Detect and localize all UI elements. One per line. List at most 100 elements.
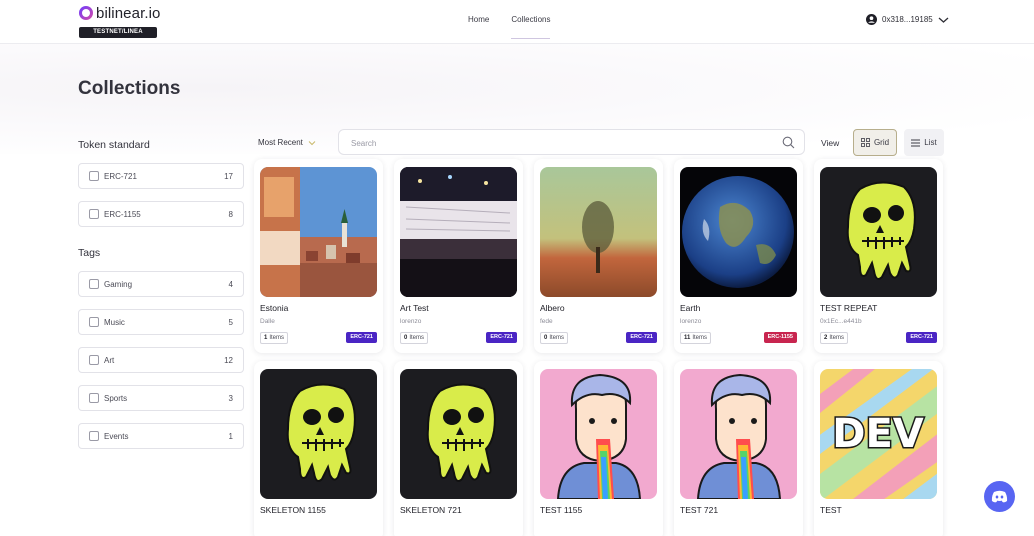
collection-card[interactable]: Earth lorenzo 11 Items ERC-1155 [674, 159, 803, 353]
collection-creator: 0x1Ec...e441b [820, 318, 862, 325]
items-label: Items [549, 335, 565, 341]
network-badge: TESTNET/LINEA [79, 27, 157, 38]
filter-count: 4 [228, 279, 233, 289]
items-count: 11 [684, 335, 691, 341]
items-count: 2 [824, 335, 828, 341]
collection-image [680, 167, 797, 297]
collection-card[interactable]: SKELETON 1155 [254, 361, 383, 536]
collection-name: Earth [680, 303, 701, 313]
collection-card[interactable]: TEST 721 [674, 361, 803, 536]
filter-count: 3 [228, 393, 233, 403]
discord-icon [991, 490, 1008, 503]
items-count: 1 [264, 335, 268, 341]
filter-label: Events [104, 431, 129, 441]
filter-tag-events[interactable]: Events 1 [78, 423, 244, 449]
collection-image [540, 167, 657, 297]
collection-image: DEV [820, 369, 937, 499]
items-count: 0 [404, 335, 408, 341]
filter-label: ERC-721 [104, 171, 137, 181]
collection-image [680, 369, 797, 499]
checkbox[interactable] [89, 279, 99, 289]
search-input[interactable] [351, 136, 771, 150]
collection-image [260, 167, 377, 297]
grid-icon [861, 138, 870, 147]
token-standard-badge: ERC-721 [626, 332, 657, 343]
sort-label: Most Recent [258, 138, 303, 147]
filter-label: Art [104, 355, 115, 365]
collection-card[interactable]: Estonia Dalle 1 Items ERC-721 [254, 159, 383, 353]
discord-button[interactable] [984, 481, 1015, 512]
grid-view-label: Grid [873, 138, 890, 147]
checkbox[interactable] [89, 355, 99, 365]
items-count-badge: 0 Items [540, 332, 569, 344]
nav-collections-link[interactable]: Collections [511, 15, 551, 39]
top-header: bilinear.io TESTNET/LINEA Home Collectio… [0, 0, 1034, 44]
items-label: Items [692, 335, 708, 341]
token-standard-badge: ERC-721 [906, 332, 937, 343]
filter-count: 8 [228, 209, 233, 219]
collection-creator: lorenzo [680, 318, 702, 325]
collection-image [820, 167, 937, 297]
collection-card[interactable]: Art Test lorenzo 0 Items ERC-721 [394, 159, 523, 353]
wallet-menu[interactable]: 0x318...19185 [866, 14, 949, 25]
items-label: Items [409, 335, 425, 341]
filter-erc-1155[interactable]: ERC-1155 8 [78, 201, 244, 227]
chevron-down-icon [308, 140, 316, 145]
collection-name: TEST REPEAT [820, 303, 878, 313]
filter-tag-art[interactable]: Art 12 [78, 347, 244, 373]
page-title: Collections [78, 78, 181, 99]
filter-tag-music[interactable]: Music 5 [78, 309, 244, 335]
view-label: View [821, 138, 840, 148]
collection-name: Estonia [260, 303, 289, 313]
token-standard-badge: ERC-1155 [763, 332, 797, 343]
user-icon [866, 14, 877, 25]
filter-label: Music [104, 317, 125, 327]
collection-creator: fede [540, 318, 553, 325]
chevron-down-icon [938, 17, 949, 23]
collection-image [400, 369, 517, 499]
collection-card[interactable]: TEST 1155 [534, 361, 663, 536]
collection-name: TEST 721 [680, 505, 719, 515]
logo-icon [79, 6, 93, 20]
collection-name: Albero [540, 303, 565, 313]
checkbox[interactable] [89, 171, 99, 181]
items-label: Items [269, 335, 285, 341]
collection-card[interactable]: SKELETON 721 [394, 361, 523, 536]
token-standard-badge: ERC-721 [486, 332, 517, 343]
logo[interactable]: bilinear.io [79, 5, 160, 22]
filter-label: ERC-1155 [104, 209, 141, 219]
filter-tag-sports[interactable]: Sports 3 [78, 385, 244, 411]
collection-image [260, 369, 377, 499]
filter-count: 5 [228, 317, 233, 327]
collection-card[interactable]: Albero fede 0 Items ERC-721 [534, 159, 663, 353]
collection-name: TEST [820, 505, 842, 515]
items-count-badge: 0 Items [400, 332, 429, 344]
search-icon[interactable] [782, 136, 795, 149]
nav-home-link[interactable]: Home [468, 15, 489, 24]
collection-card[interactable]: TEST REPEAT 0x1Ec...e441b 2 Items ERC-721 [814, 159, 943, 353]
filter-tag-gaming[interactable]: Gaming 4 [78, 271, 244, 297]
list-view-button[interactable]: List [904, 129, 944, 156]
items-count-badge: 1 Items [260, 332, 289, 344]
filter-erc-721[interactable]: ERC-721 17 [78, 163, 244, 189]
filter-label: Gaming [104, 279, 133, 289]
checkbox[interactable] [89, 209, 99, 219]
sort-dropdown[interactable]: Most Recent [258, 138, 316, 147]
checkbox[interactable] [89, 317, 99, 327]
collection-creator: lorenzo [400, 318, 422, 325]
items-count-badge: 2 Items [820, 332, 849, 344]
items-count: 0 [544, 335, 548, 341]
collection-card[interactable]: DEV TEST [814, 361, 943, 536]
grid-view-button[interactable]: Grid [853, 129, 897, 156]
collection-name: TEST 1155 [540, 505, 583, 515]
main-nav: Home Collections [468, 15, 551, 39]
checkbox[interactable] [89, 393, 99, 403]
collection-image [400, 167, 517, 297]
dev-image-text: DEV [832, 411, 924, 457]
checkbox[interactable] [89, 431, 99, 441]
collection-name: SKELETON 1155 [260, 505, 326, 515]
list-view-label: List [924, 138, 937, 147]
collection-creator: Dalle [260, 318, 275, 325]
token-standard-heading: Token standard [78, 139, 150, 151]
list-icon [911, 139, 921, 146]
